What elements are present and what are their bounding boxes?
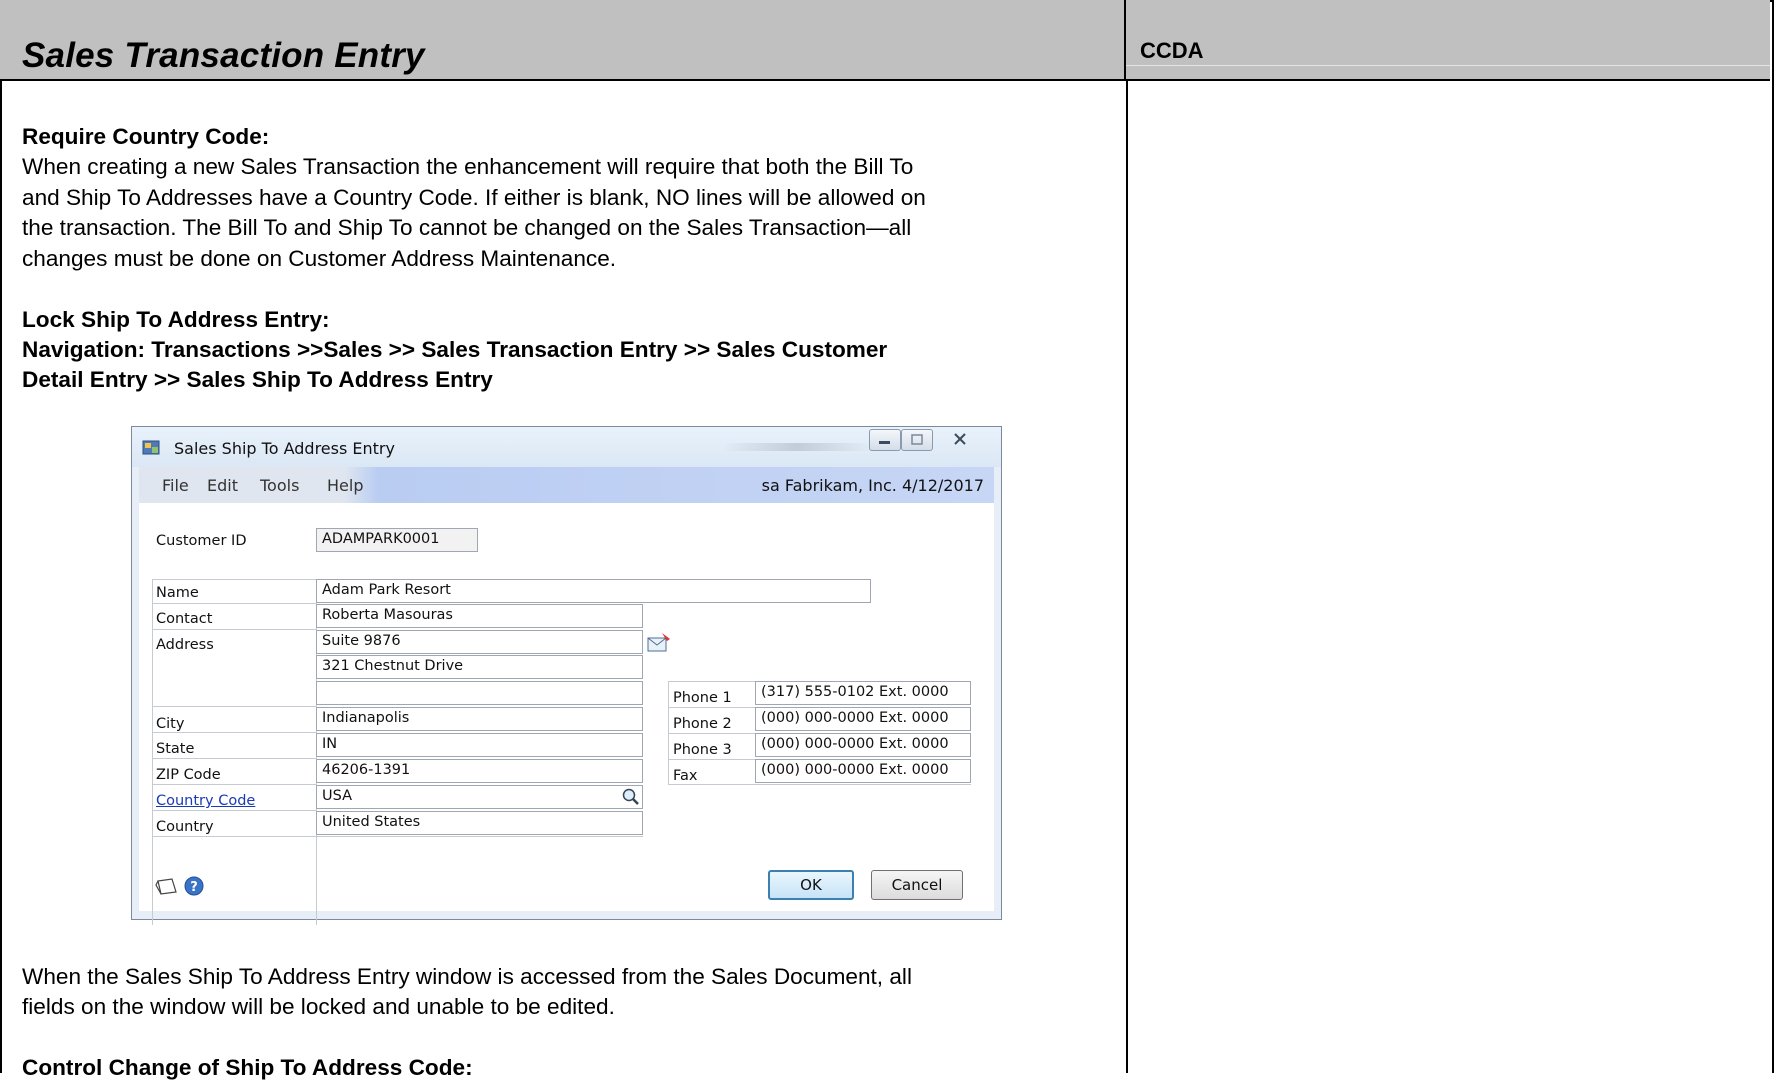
fax-label: Fax [673,768,698,784]
phone2-label: Phone 2 [673,716,732,732]
help-icon[interactable]: ? [183,875,205,897]
state-field[interactable]: IN [316,733,643,757]
phone3-label: Phone 3 [673,742,732,758]
maximize-button[interactable] [901,429,933,451]
address-line1-field[interactable]: Suite 9876 [316,630,643,654]
grid-border [152,579,153,837]
address-line3-field[interactable] [316,681,643,705]
paragraph-line: and Ship To Addresses have a Country Cod… [22,185,926,210]
paragraph-line: fields on the window will be locked and … [22,994,615,1019]
phone2-field[interactable]: (000) 000-0000 Ext. 0000 [755,707,971,731]
close-icon [954,433,966,445]
lookup-magnifier-icon[interactable] [621,787,641,807]
menu-help[interactable]: Help [327,476,363,495]
app-icon [142,440,160,455]
header-title-cell: Sales Transaction Entry [0,0,1126,81]
row-divider [152,603,316,604]
address-line2-field[interactable]: 321 Chestnut Drive [316,655,643,679]
paragraph-line: When the Sales Ship To Address Entry win… [22,964,912,989]
page-title: Sales Transaction Entry [22,36,425,75]
paragraph-line: the transaction. The Bill To and Ship To… [22,215,912,240]
country-code-link[interactable]: Country Code [156,793,255,809]
address-email-icon[interactable] [647,632,673,654]
row-divider [152,784,316,785]
country-code-field[interactable]: USA [316,785,643,809]
minimize-button[interactable] [869,429,901,451]
ok-button[interactable]: OK [768,870,854,900]
menu-tools[interactable]: Tools [260,476,299,495]
row-divider [152,706,316,707]
state-label: State [156,741,195,757]
user-company-date: sa Fabrikam, Inc. 4/12/2017 [761,476,984,495]
fax-field[interactable]: (000) 000-0000 Ext. 0000 [755,759,971,783]
city-field[interactable]: Indianapolis [316,707,643,731]
section-heading-control-change: Control Change of Ship To Address Code: [22,1055,473,1080]
ccda-label: CCDA [1140,38,1204,63]
phone-row-divider [668,733,755,734]
phone-row-divider [668,784,971,785]
blurred-caption [722,443,872,451]
ship-to-address-dialog: Sales Ship To Address Entry File Edit To… [131,426,1002,925]
phone1-field[interactable]: (317) 555-0102 Ext. 0000 [755,681,971,705]
svg-text:?: ? [190,880,198,895]
menu-edit[interactable]: Edit [207,476,238,495]
zip-code-label: ZIP Code [156,767,221,783]
customer-id-field[interactable]: ADAMPARK0001 [316,528,478,552]
name-label: Name [156,585,199,601]
navigation-path-line: Detail Entry >> Sales Ship To Address En… [22,367,493,392]
row-divider [152,758,316,759]
minimize-icon [879,441,890,444]
phone-row-divider [668,759,755,760]
dialog-menubar: File Edit Tools Help sa Fabrikam, Inc. 4… [139,467,994,503]
navigation-path-line: Navigation: Transactions >>Sales >> Sale… [22,337,888,362]
close-button[interactable] [936,429,986,451]
dialog-titlebar: Sales Ship To Address Entry [132,427,1001,467]
phone-row-divider [668,681,755,682]
section-heading-require-country-code: Require Country Code: [22,124,270,149]
menu-file[interactable]: File [162,476,189,495]
row-divider [152,629,316,630]
phone-row-divider [668,707,755,708]
section-heading-lock-ship-to: Lock Ship To Address Entry: [22,307,330,332]
address-label: Address [156,637,214,653]
contact-field[interactable]: Roberta Masouras [316,604,643,628]
maximize-icon [911,434,923,445]
country-label: Country [156,819,214,835]
phone1-label: Phone 1 [673,690,732,706]
zip-code-field[interactable]: 46206-1391 [316,759,643,783]
name-field[interactable]: Adam Park Resort [316,579,871,603]
column-divider [1126,81,1128,1073]
dialog-title: Sales Ship To Address Entry [174,439,395,458]
header-divider [1126,65,1770,66]
dialog-body: Customer ID ADAMPARK0001 Name Adam Park … [139,503,994,925]
row-divider [152,579,318,580]
row-divider [152,836,643,837]
row-divider [152,810,316,811]
contact-label: Contact [156,611,213,627]
row-divider [152,732,316,733]
paragraph-line: changes must be done on Customer Address… [22,246,617,271]
customer-id-label: Customer ID [156,533,247,549]
paragraph-line: When creating a new Sales Transaction th… [22,154,914,179]
note-icon[interactable] [155,875,179,897]
country-field[interactable]: United States [316,811,643,835]
header-right-cell: CCDA [1126,0,1770,81]
cancel-button[interactable]: Cancel [871,870,963,900]
phone3-field[interactable]: (000) 000-0000 Ext. 0000 [755,733,971,757]
city-label: City [156,716,185,732]
